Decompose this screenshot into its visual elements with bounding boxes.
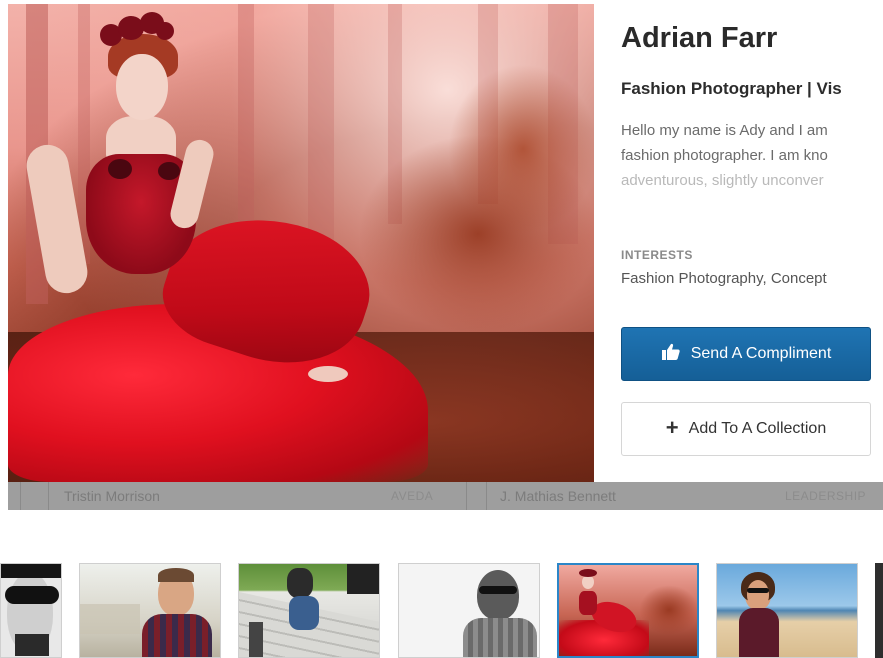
bio-line: adventurous, slightly unconver	[621, 172, 824, 189]
profile-thumbnail[interactable]	[79, 563, 221, 658]
related-profiles-strip: Tristin Morrison AVEDA J. Mathias Bennet…	[8, 482, 883, 510]
send-compliment-label: Send A Compliment	[690, 345, 832, 362]
profile-thumbnail[interactable]	[0, 563, 62, 658]
strip-item-name[interactable]: Tristin Morrison	[64, 482, 160, 510]
profile-thumbnail[interactable]	[238, 563, 380, 658]
profile-thumbnail[interactable]	[716, 563, 858, 658]
profile-bio: Hello my name is Ady and I am fashion ph…	[621, 118, 883, 194]
add-to-collection-button[interactable]: + Add To A Collection	[621, 402, 871, 456]
hero-photo	[8, 4, 594, 482]
interests-label: INTERESTS	[621, 248, 693, 262]
bio-line: fashion photographer. I am kno	[621, 147, 828, 164]
plus-icon: +	[665, 415, 679, 440]
strip-item-tag: LEADERSHIP	[785, 489, 867, 503]
profile-thumbnail-partial[interactable]	[875, 563, 883, 658]
profile-thumbnail[interactable]	[398, 563, 540, 658]
interests-value: Fashion Photography, Concept	[621, 270, 827, 287]
profile-thumbnail-active[interactable]	[557, 563, 699, 658]
profile-name: Adrian Farr	[621, 22, 778, 54]
add-to-collection-label: Add To A Collection	[688, 420, 827, 437]
strip-item-name[interactable]: J. Mathias Bennett	[500, 482, 616, 510]
bio-line: Hello my name is Ady and I am	[621, 122, 828, 139]
strip-item-tag: AVEDA	[391, 489, 434, 503]
profile-title: Fashion Photographer | Vis	[621, 79, 842, 98]
thumbs-up-icon	[661, 342, 681, 367]
send-compliment-button[interactable]: Send A Compliment	[621, 327, 871, 381]
